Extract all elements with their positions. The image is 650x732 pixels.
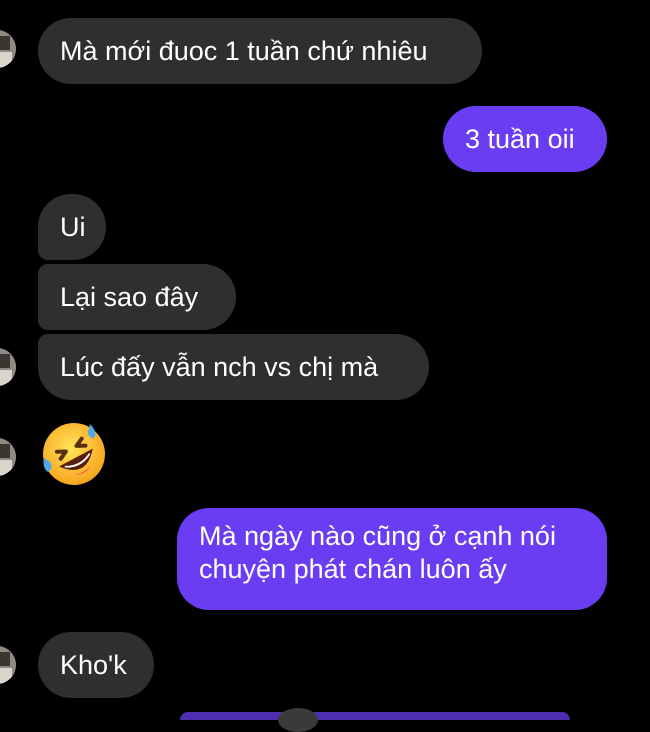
- partial-message-bubble: [180, 712, 570, 720]
- message-bubble-incoming[interactable]: Lúc đấy vẫn nch vs chị mà: [38, 334, 429, 400]
- contact-avatar[interactable]: [0, 646, 16, 684]
- message-text: 3 tuần oii: [465, 124, 575, 154]
- message-bubble-outgoing[interactable]: Mà ngày nào cũng ở cạnh nói chuyện phát …: [177, 508, 607, 610]
- message-text: Lúc đấy vẫn nch vs chị mà: [60, 352, 379, 382]
- message-bubble-incoming[interactable]: Ui: [38, 194, 106, 260]
- message-text: Lại sao đây: [60, 282, 199, 312]
- message-bubble-incoming[interactable]: Mà mới đuoc 1 tuần chứ nhiêu: [38, 18, 482, 84]
- message-text: Mà mới đuoc 1 tuần chứ nhiêu: [60, 36, 428, 66]
- contact-avatar[interactable]: [0, 30, 16, 68]
- message-bubble-outgoing[interactable]: 3 tuần oii: [443, 106, 607, 172]
- message-text: Kho'k: [60, 650, 127, 680]
- partial-reaction-indicator: [278, 708, 318, 732]
- contact-avatar[interactable]: [0, 438, 16, 476]
- message-text-line: chuyện phát chán luôn ấy: [199, 554, 507, 584]
- contact-avatar[interactable]: [0, 348, 16, 386]
- rolling-on-floor-laughing-emoji-icon[interactable]: [38, 418, 110, 490]
- message-bubble-incoming[interactable]: Kho'k: [38, 632, 154, 698]
- message-text: Ui: [60, 212, 86, 242]
- message-bubble-incoming[interactable]: Lại sao đây: [38, 264, 236, 330]
- message-text-line: Mà ngày nào cũng ở cạnh nói: [199, 521, 556, 551]
